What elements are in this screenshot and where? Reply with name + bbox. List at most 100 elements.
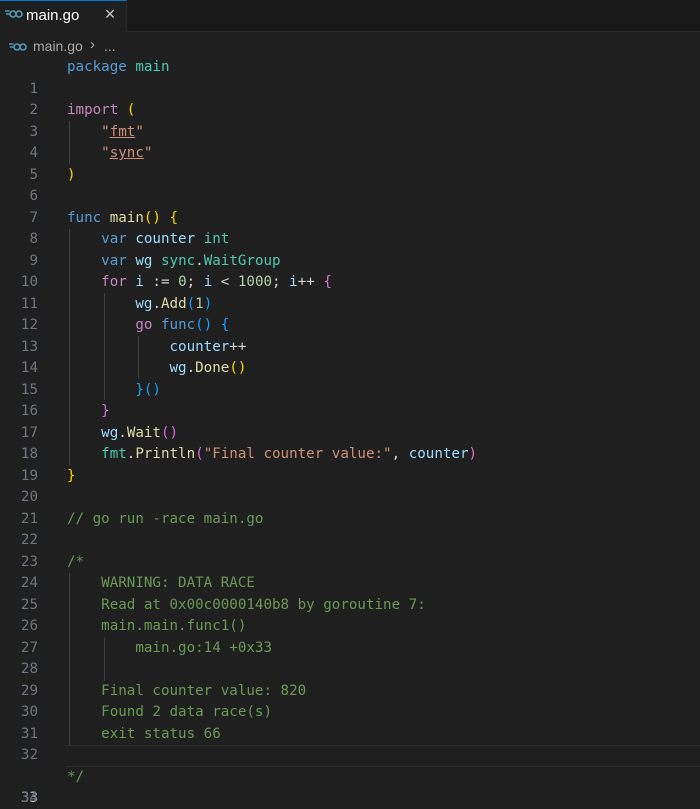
tab-label: main.go (26, 7, 80, 24)
bracket: { (220, 317, 230, 333)
chevron-right-icon: › (90, 36, 95, 53)
code-line: 26 Read at 0x00c0000140b8 by goroutine 7… (0, 595, 700, 635)
variable: counter (408, 446, 469, 462)
code-line: 1 package main (0, 57, 700, 97)
string-quote: " (101, 123, 110, 140)
code-editor[interactable]: 1 package main 2 3 import ( 4 "fmt" 5 "s… (0, 57, 700, 809)
code-line: 30 Final counter value: 820 (0, 681, 700, 721)
code-line: 18 wg.Wait() (0, 423, 700, 463)
type: int (203, 231, 230, 247)
comment: WARNING: DATA RACE (101, 575, 255, 591)
comment: Found 2 data race(s) (101, 704, 273, 720)
method-name: Wait (126, 424, 161, 441)
current-line-highlight (66, 745, 700, 767)
code-line: 34 */ (0, 767, 700, 807)
code-line: 22 // go run -race main.go (0, 509, 700, 549)
type: WaitGroup (203, 252, 281, 269)
keyword: var (101, 231, 127, 247)
tab-main-go[interactable]: main.go × (0, 0, 127, 33)
string-quote: " (135, 123, 144, 140)
code-line: 29 (0, 659, 700, 699)
code-line: 14 counter++ (0, 337, 700, 377)
variable: counter (169, 338, 230, 355)
function-name: Println (135, 446, 196, 462)
number: 1 (195, 295, 204, 312)
keyword: func (67, 209, 102, 226)
bracket: ) (67, 166, 76, 183)
bracket: () (229, 360, 247, 376)
comment: // go run -race main.go (67, 510, 264, 527)
package-ref: sync (160, 252, 196, 269)
bracket: } (101, 403, 110, 419)
keyword: for (101, 274, 127, 290)
code-line: 4 "fmt" (0, 122, 700, 162)
bracket: () (143, 209, 161, 226)
string-literal: "Final counter value:" (203, 446, 392, 462)
code-line: 12 wg.Add(1) (0, 294, 700, 334)
bracket: ) (468, 446, 478, 462)
comment: Final counter value: 820 (101, 682, 307, 699)
keyword: package (67, 59, 127, 75)
close-icon[interactable]: × (101, 4, 119, 25)
go-file-icon (9, 43, 27, 51)
code-line: 5 "sync" (0, 143, 700, 183)
bracket: } (67, 467, 76, 484)
bracket: } (135, 381, 144, 398)
punctuation: ; (272, 274, 290, 290)
code-line: 25 WARNING: DATA RACE (0, 573, 700, 613)
package-name: main (135, 59, 170, 75)
number: 0 (178, 274, 187, 290)
variable: i (135, 274, 144, 290)
code-line: 15 wg.Done() (0, 358, 700, 398)
number: 1000 (237, 274, 273, 290)
operator: < (212, 274, 238, 290)
bracket: ( (126, 102, 136, 118)
code-line: 10 var wg sync.WaitGroup (0, 251, 700, 291)
keyword: func (160, 317, 196, 333)
comment: */ (67, 768, 85, 785)
method-name: Done (195, 360, 230, 376)
code-line: 16 }() (0, 380, 700, 420)
code-line: 7 (0, 186, 700, 226)
code-line: 28 main.go:14 +0x33 (0, 638, 700, 678)
bracket: ) (203, 295, 213, 312)
comment: main.go:14 +0x33 (135, 639, 273, 656)
punctuation: ; (186, 274, 204, 290)
code-line: 8 func main() { (0, 208, 700, 248)
breadcrumb-symbols[interactable]: ... (104, 38, 116, 54)
code-line: 20 } (0, 466, 700, 506)
variable: wg (101, 424, 119, 441)
import-path: fmt (109, 123, 136, 140)
code-line: 11 for i := 0; i < 1000; i++ { (0, 272, 700, 312)
comment: main.main.func1() (101, 618, 247, 634)
code-line: 3 import ( (0, 100, 700, 140)
code-line: 23 (0, 530, 700, 570)
breadcrumb-file[interactable]: main.go (33, 38, 83, 54)
variable: counter (135, 231, 196, 247)
code-line: 2 (0, 79, 700, 118)
package-ref: fmt (101, 446, 127, 462)
function-name: main (109, 209, 144, 226)
comment: exit status 66 (101, 725, 221, 742)
tab-bar: main.go × (0, 0, 700, 33)
variable: i (203, 274, 213, 290)
active-code-line[interactable]: 33 (0, 745, 700, 806)
comment: /* (67, 553, 85, 570)
keyword: import (67, 102, 119, 118)
code-line: 19 fmt.Println("Final counter value:", c… (0, 444, 700, 484)
variable: wg (169, 360, 187, 376)
line-number: 34 (20, 790, 38, 806)
code-line: 31 Found 2 data race(s) (0, 702, 700, 742)
code-line: 27 main.main.func1() (0, 616, 700, 656)
bracket: ( (186, 295, 196, 312)
import-path: sync (109, 145, 144, 161)
punctuation: , (391, 446, 409, 462)
operator: ++ (297, 274, 315, 290)
punctuation: . (186, 360, 196, 376)
go-file-icon (5, 10, 23, 18)
code-line: 32 exit status 66 (0, 724, 700, 764)
comment: Read at 0x00c0000140b8 by goroutine 7: (101, 596, 426, 613)
punctuation: . (152, 295, 161, 312)
breadcrumb: main.go › ... (0, 36, 700, 58)
bracket: { (169, 209, 179, 226)
